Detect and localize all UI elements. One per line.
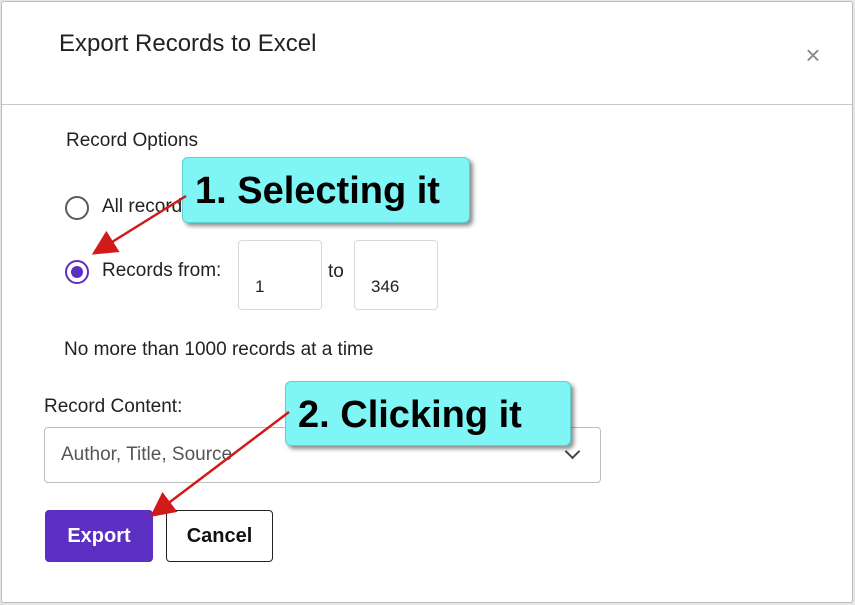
- records-from-label[interactable]: Records from:: [102, 260, 221, 282]
- annotation-callout-2: 2. Clicking it: [285, 381, 571, 446]
- records-from-input[interactable]: 1: [238, 240, 322, 310]
- close-icon[interactable]: ×: [800, 42, 826, 68]
- export-dialog: Export Records to Excel × Record Options…: [1, 1, 853, 603]
- records-to-input[interactable]: 346: [354, 240, 438, 310]
- record-content-value: Author, Title, Source: [61, 444, 233, 465]
- to-label: to: [328, 261, 344, 282]
- chevron-down-icon: [564, 443, 581, 460]
- dialog-title: Export Records to Excel: [59, 30, 317, 57]
- cancel-button[interactable]: Cancel: [166, 510, 273, 562]
- export-button[interactable]: Export: [45, 510, 153, 562]
- header-divider: [2, 104, 852, 105]
- record-options-label: Record Options: [66, 130, 199, 151]
- annotation-callout-1: 1. Selecting it: [182, 157, 470, 223]
- record-content-label: Record Content:: [44, 396, 183, 417]
- all-records-label[interactable]: All records: [102, 196, 192, 218]
- records-from-radio[interactable]: [65, 260, 89, 284]
- all-records-radio[interactable]: [65, 196, 89, 220]
- limit-note: No more than 1000 records at a time: [64, 339, 374, 360]
